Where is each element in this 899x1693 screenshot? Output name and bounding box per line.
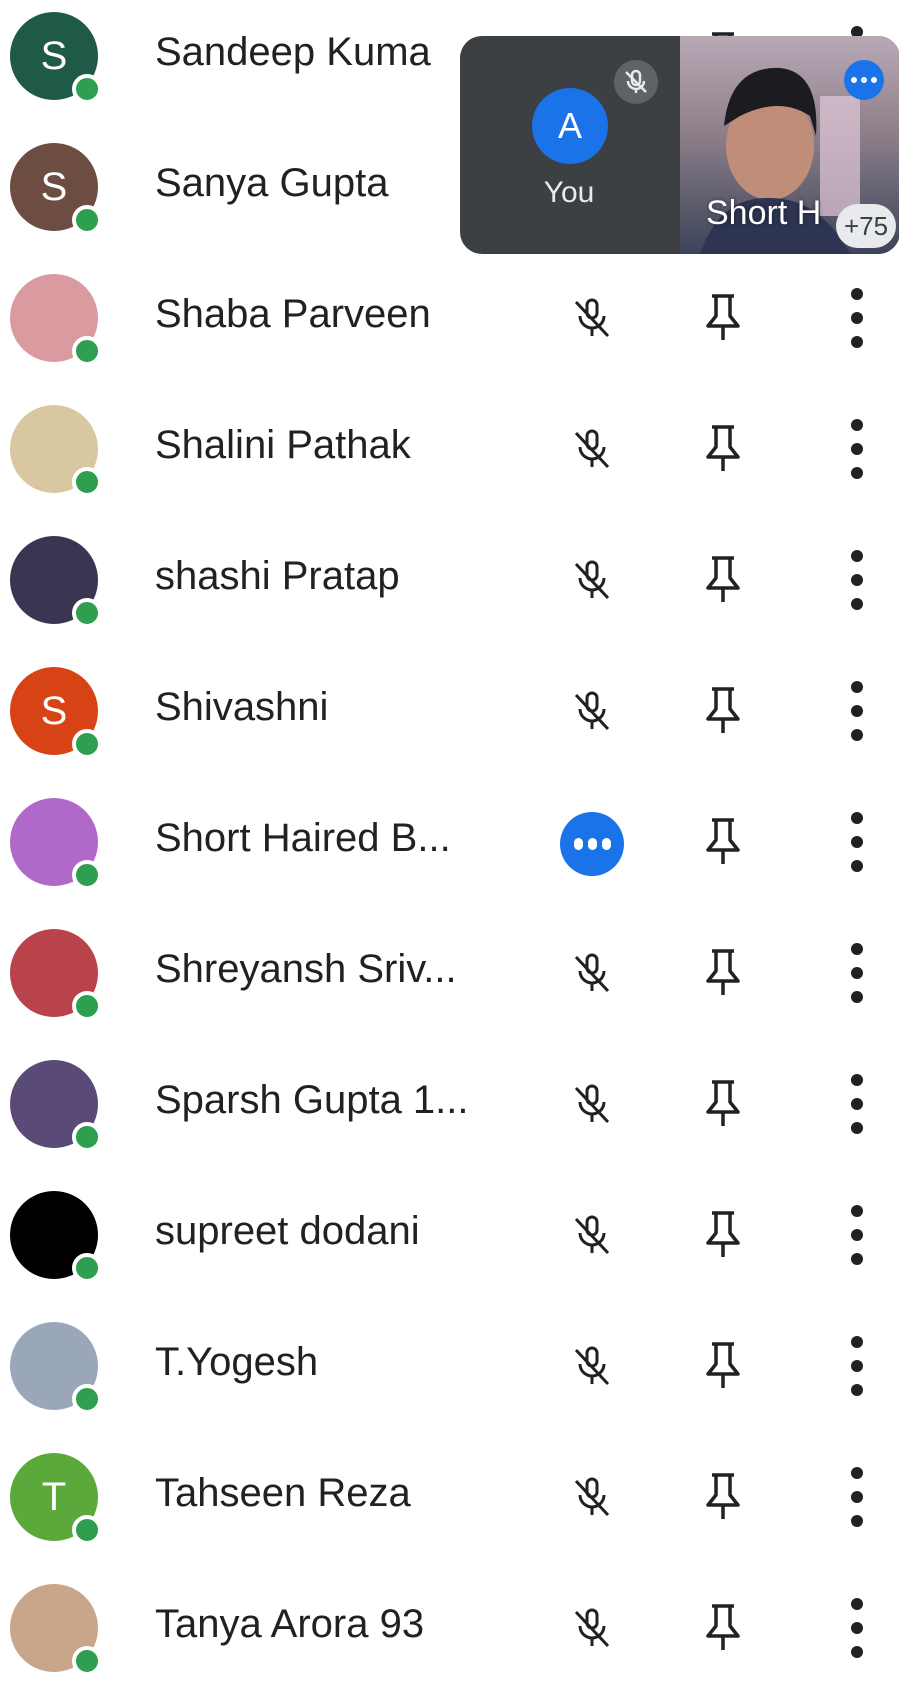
avatar [10,405,102,497]
participant-row[interactable]: T Tahseen Reza [0,1431,899,1562]
more-options-icon[interactable] [840,812,874,872]
mic-off-icon [566,1340,618,1392]
avatar [10,1191,102,1283]
online-status-dot [72,467,102,497]
online-status-dot [72,1122,102,1152]
mic-off-icon [566,292,618,344]
pin-icon[interactable] [700,945,746,997]
pin-icon[interactable] [700,1207,746,1259]
participant-name: Short Haired B... [155,816,451,860]
participant-name: Shalini Pathak [155,423,411,467]
participant-name: Tahseen Reza [155,1471,411,1515]
self-avatar: A [532,88,608,164]
avatar: T [10,1453,102,1545]
video-label: Short H [706,194,822,232]
more-options-icon[interactable] [840,1598,874,1658]
mic-off-icon [566,1078,618,1130]
pin-icon[interactable] [700,421,746,473]
online-status-dot [72,74,102,104]
participant-row[interactable]: S Shivashni [0,645,899,776]
speaking-indicator-icon [560,812,624,876]
participant-row[interactable]: Short Haired B... [0,776,899,907]
pin-icon[interactable] [700,290,746,342]
online-status-dot [72,1384,102,1414]
participant-name: Tanya Arora 93 [155,1602,425,1646]
participant-name: T.Yogesh [155,1340,319,1384]
more-options-icon[interactable] [840,1336,874,1396]
mic-off-icon [566,423,618,475]
online-status-dot [72,991,102,1021]
participant-row[interactable]: Tanya Arora 93 [0,1562,899,1693]
mic-off-icon [566,1471,618,1523]
pin-icon[interactable] [700,814,746,866]
pin-icon[interactable] [700,1338,746,1390]
participant-row[interactable]: Sparsh Gupta 1... [0,1038,899,1169]
more-options-icon[interactable] [840,943,874,1003]
avatar [10,274,102,366]
call-overlay[interactable]: A You Short H +75 [460,36,899,254]
more-options-icon[interactable] [840,681,874,741]
avatar [10,536,102,628]
mic-off-icon [566,1602,618,1654]
online-status-dot [72,205,102,235]
participant-name: Shivashni [155,685,329,729]
avatar [10,798,102,890]
video-tile[interactable]: Short H +75 [680,36,899,254]
avatar [10,1322,102,1414]
online-status-dot [72,336,102,366]
more-participants-badge[interactable]: +75 [836,204,896,248]
participant-name: Sparsh Gupta 1... [155,1078,469,1122]
mic-off-icon [566,1209,618,1261]
mic-off-icon [566,685,618,737]
participant-name: Sanya Gupta [155,161,389,205]
participant-row[interactable]: Shaba Parveen [0,252,899,383]
participant-row[interactable]: Shalini Pathak [0,383,899,514]
self-tile[interactable]: A You [460,36,678,254]
pin-icon[interactable] [700,1076,746,1128]
participant-name: supreet dodani [155,1209,420,1253]
avatar: S [10,667,102,759]
video-options-icon[interactable] [844,60,884,100]
more-options-icon[interactable] [840,1205,874,1265]
mic-off-icon [566,947,618,999]
avatar [10,1584,102,1676]
online-status-dot [72,860,102,890]
mic-off-icon [566,554,618,606]
more-options-icon[interactable] [840,419,874,479]
online-status-dot [72,598,102,628]
pin-icon[interactable] [700,683,746,735]
pin-icon[interactable] [700,1600,746,1652]
participant-name: Shaba Parveen [155,292,431,336]
avatar [10,1060,102,1152]
avatar: S [10,143,102,235]
online-status-dot [72,1646,102,1676]
participant-row[interactable]: Shreyansh Sriv... [0,907,899,1038]
online-status-dot [72,1253,102,1283]
participant-name: Sandeep Kuma [155,30,431,74]
participant-row[interactable]: shashi Pratap [0,514,899,645]
self-muted-icon [614,60,658,104]
more-options-icon[interactable] [840,1074,874,1134]
participant-name: Shreyansh Sriv... [155,947,457,991]
avatar [10,929,102,1021]
online-status-dot [72,1515,102,1545]
participant-row[interactable]: supreet dodani [0,1169,899,1300]
participant-name: shashi Pratap [155,554,400,598]
pin-icon[interactable] [700,1469,746,1521]
avatar: S [10,12,102,104]
pin-icon[interactable] [700,552,746,604]
more-options-icon[interactable] [840,550,874,610]
more-options-icon[interactable] [840,288,874,348]
online-status-dot [72,729,102,759]
more-options-icon[interactable] [840,1467,874,1527]
self-label: You [543,176,595,209]
participant-row[interactable]: T.Yogesh [0,1300,899,1431]
